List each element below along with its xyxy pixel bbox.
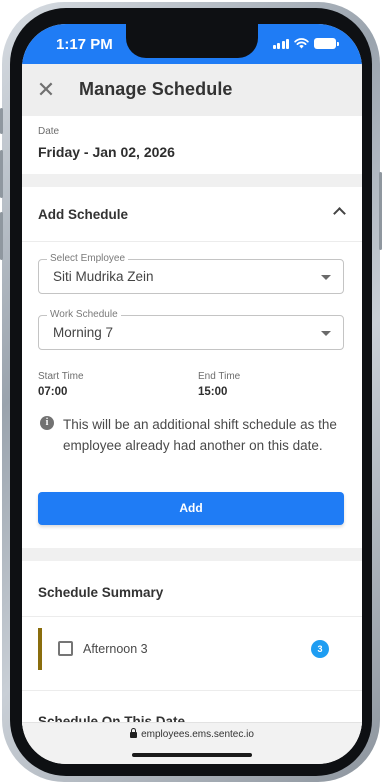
date-label: Date <box>38 126 60 137</box>
phone-device: 1:17 PM ✕ Manage Schedule Date Friday - … <box>0 0 382 784</box>
home-indicator[interactable] <box>132 753 252 757</box>
summary-item-label: Afternoon 3 <box>83 642 148 656</box>
close-icon[interactable]: ✕ <box>32 76 60 104</box>
battery-icon <box>314 38 339 49</box>
work-schedule-select[interactable]: Work Schedule Morning 7 <box>38 309 344 350</box>
screen: 1:17 PM ✕ Manage Schedule Date Friday - … <box>22 24 362 764</box>
lock-icon <box>130 728 138 738</box>
end-time-value: 15:00 <box>198 386 228 398</box>
work-schedule-label: Work Schedule <box>47 309 121 320</box>
page-title: Manage Schedule <box>79 79 233 99</box>
schedule-summary-title: Schedule Summary <box>38 585 164 600</box>
dropdown-arrow-icon <box>321 331 331 336</box>
silent-switch <box>0 108 3 134</box>
notch <box>126 24 258 58</box>
dropdown-arrow-icon <box>321 275 331 280</box>
employee-select[interactable]: Select Employee Siti Mudrika Zein <box>38 253 344 294</box>
date-section: Date Friday - Jan 02, 2026 <box>22 116 362 174</box>
chevron-up-icon[interactable] <box>333 207 346 220</box>
url-text: employees.ems.sentec.io <box>22 728 362 740</box>
info-message: This will be an additional shift schedul… <box>63 417 337 453</box>
shift-color-bar <box>38 628 42 670</box>
info-icon: i <box>40 416 54 430</box>
system-icons <box>272 37 339 49</box>
content-scroll[interactable]: Date Friday - Jan 02, 2026 Add Schedule … <box>22 116 362 726</box>
add-schedule-header[interactable]: Add Schedule <box>22 187 362 242</box>
section-divider <box>22 548 362 561</box>
section-divider <box>22 174 362 187</box>
add-schedule-title: Add Schedule <box>38 207 129 222</box>
start-time: Start Time 07:00 <box>38 371 84 398</box>
date-value: Friday - Jan 02, 2026 <box>38 144 175 160</box>
start-time-value: 07:00 <box>38 386 68 398</box>
signal-icon <box>272 37 289 49</box>
url-value: employees.ems.sentec.io <box>141 729 254 740</box>
wifi-icon <box>294 38 309 49</box>
count-badge: 3 <box>311 640 329 658</box>
summary-item[interactable]: Afternoon 3 3 <box>22 628 362 684</box>
start-time-label: Start Time <box>38 371 84 382</box>
volume-down-button <box>0 212 3 260</box>
add-button[interactable]: Add <box>38 492 344 525</box>
employee-select-value: Siti Mudrika Zein <box>53 269 154 284</box>
status-bar: 1:17 PM <box>22 24 362 64</box>
divider <box>22 616 362 617</box>
work-schedule-value: Morning 7 <box>53 325 114 340</box>
divider <box>22 690 362 691</box>
employee-select-label: Select Employee <box>47 253 129 264</box>
app-bar: ✕ Manage Schedule <box>22 64 362 116</box>
browser-url-bar[interactable]: employees.ems.sentec.io <box>22 722 362 764</box>
end-time: End Time 15:00 <box>198 371 240 398</box>
end-time-label: End Time <box>198 371 241 382</box>
summary-item-checkbox[interactable] <box>58 641 73 656</box>
volume-up-button <box>0 150 3 198</box>
status-time: 1:17 PM <box>56 36 113 53</box>
